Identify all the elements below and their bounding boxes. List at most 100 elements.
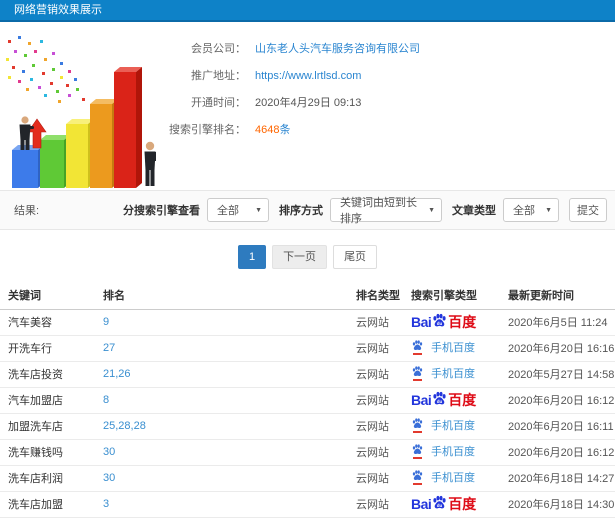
update-time-cell: 2020年6月18日 14:30: [500, 491, 615, 518]
keyword-cell: 洗车店投资: [0, 361, 95, 388]
header-rank-type: 排名类型: [348, 282, 403, 310]
baidu-logo-cn: 百度: [448, 314, 477, 330]
mobile-baidu-paw-icon: [411, 469, 425, 485]
engine-label: 手机百度: [431, 419, 475, 432]
rank-type-cell: 云网站: [348, 439, 403, 466]
result-label: 结果:: [14, 205, 40, 217]
keyword-cell: 洗车店加盟: [0, 491, 95, 518]
filter-bar: 结果: 分搜索引擎查看 全部 ▼ 排序方式 关键词由短到长排序 ▼ 文章类型 全…: [0, 190, 615, 230]
table-row: 洗车店利润 30 云网站 手机百度 2020年6月18日 14:27: [0, 465, 615, 492]
article-select-value: 全部: [513, 205, 535, 217]
sort-select-value: 关键词由短到长排序: [340, 197, 417, 225]
open-time-value: 2020年4月29日 09:13: [255, 97, 362, 109]
mobile-baidu-paw-icon: [411, 417, 425, 433]
article-type-select[interactable]: 全部 ▼: [503, 198, 559, 222]
engine-select-value: 全部: [217, 205, 239, 217]
svg-text:du: du: [437, 398, 443, 403]
rank-type-cell: 云网站: [348, 361, 403, 388]
header-keyword: 关键词: [0, 282, 95, 310]
mobile-baidu-logo: 手机百度: [411, 469, 475, 485]
engine-label: 手机百度: [431, 471, 475, 484]
baidu-logo: Bai du 百度: [411, 312, 476, 333]
update-time-cell: 2020年6月20日 16:12: [500, 439, 615, 466]
filter-controls: 分搜索引擎查看 全部 ▼ 排序方式 关键词由短到长排序 ▼ 文章类型 全部 ▼ …: [113, 197, 607, 225]
mobile-baidu-logo: 手机百度: [411, 339, 475, 355]
rank-cell: 30: [95, 439, 348, 466]
keyword-cell: 加盟洗车店: [0, 413, 95, 440]
table-row: 汽车加盟店 8 云网站 Bai du 百度 2020年6月20日 16:12: [0, 387, 615, 414]
sort-select[interactable]: 关键词由短到长排序 ▼: [330, 197, 442, 225]
keyword-cell: 洗车赚钱吗: [0, 439, 95, 466]
chevron-down-icon: ▼: [428, 206, 435, 214]
businessman-right: [144, 141, 156, 186]
promotion-url-link[interactable]: https://www.lrtlsd.com: [255, 70, 361, 82]
update-time-cell: 2020年6月18日 14:27: [500, 465, 615, 492]
engine-cell: 手机百度: [403, 335, 500, 362]
mobile-baidu-logo: 手机百度: [411, 417, 475, 433]
sort-filter-label: 排序方式: [279, 205, 323, 217]
rank-cell: 21,26: [95, 361, 348, 388]
baidu-logo-latin: Bai: [411, 314, 432, 330]
update-time-cell: 2020年6月20日 16:16: [500, 335, 615, 362]
keyword-cell: 汽车美容: [0, 309, 95, 336]
rank-cell: 9: [95, 309, 348, 336]
baidu-logo: Bai du 百度: [411, 494, 476, 515]
engine-cell: 手机百度: [403, 413, 500, 440]
update-time-cell: 2020年6月5日 11:24: [500, 309, 615, 336]
summary-section: 会员公司： 山东老人头汽车服务咨询有限公司 推广地址： https://www.lr…: [0, 22, 615, 190]
engine-cell: 手机百度: [403, 465, 500, 492]
header-engine-type: 搜索引擎类型: [403, 282, 500, 310]
bar-chart-illustration: [6, 36, 156, 188]
baidu-paw-icon: du: [433, 391, 446, 404]
engine-label: 手机百度: [431, 445, 475, 458]
keyword-rank-table: 关键词 排名 排名类型 搜索引擎类型 最新更新时间 汽车美容 9 云网站 Bai…: [0, 282, 615, 518]
update-time-cell: 2020年6月20日 16:11: [500, 413, 615, 440]
rank-type-cell: 云网站: [348, 491, 403, 518]
rank-count-value: 4648: [255, 124, 280, 136]
baidu-paw-icon: du: [433, 313, 446, 326]
page-title: 网络营销效果展示: [0, 0, 615, 22]
next-page-button[interactable]: 下一页: [272, 245, 328, 269]
pagination: 1 下一页 尾页: [0, 245, 615, 269]
update-time-cell: 2020年5月27日 14:58: [500, 361, 615, 388]
chevron-down-icon: ▼: [255, 206, 262, 214]
rank-type-cell: 云网站: [348, 387, 403, 414]
keyword-cell: 开洗车行: [0, 335, 95, 362]
header-rank: 排名: [95, 282, 348, 310]
rank-type-cell: 云网站: [348, 413, 403, 440]
engine-cell: 手机百度: [403, 439, 500, 466]
table-row: 洗车店投资 21,26 云网站 手机百度 2020年5月27日 14:58: [0, 361, 615, 388]
table-header-row: 关键词 排名 排名类型 搜索引擎类型 最新更新时间: [0, 282, 615, 310]
engine-filter-label: 分搜索引擎查看: [123, 205, 200, 217]
mobile-baidu-paw-icon: [411, 339, 425, 355]
rank-type-cell: 云网站: [348, 309, 403, 336]
rank-cell: 30: [95, 465, 348, 492]
engine-cell: 手机百度: [403, 361, 500, 388]
rank-count-suffix: 条: [279, 124, 291, 136]
table-row: 开洗车行 27 云网站 手机百度 2020年6月20日 16:16: [0, 335, 615, 362]
last-page-button[interactable]: 尾页: [333, 245, 378, 269]
table-row: 洗车店加盟 3 云网站 Bai du 百度 2020年6月18日 14:30: [0, 491, 615, 518]
engine-cell: Bai du 百度: [403, 309, 500, 336]
mobile-baidu-logo: 手机百度: [411, 365, 475, 381]
engine-cell: Bai du 百度: [403, 491, 500, 518]
company-link[interactable]: 山东老人头汽车服务咨询有限公司: [255, 43, 420, 55]
submit-button[interactable]: 提交: [569, 198, 607, 222]
businessman-left: [19, 116, 34, 150]
mobile-baidu-paw-icon: [411, 365, 425, 381]
keyword-cell: 洗车店利润: [0, 465, 95, 492]
engine-label: 手机百度: [431, 341, 475, 354]
rank-cell: 25,28,28: [95, 413, 348, 440]
page-1-button[interactable]: 1: [237, 245, 267, 269]
keyword-cell: 汽车加盟店: [0, 387, 95, 414]
svg-text:du: du: [437, 502, 443, 507]
rank-cell: 27: [95, 335, 348, 362]
engine-label: 手机百度: [431, 367, 475, 380]
article-type-label: 文章类型: [452, 205, 496, 217]
engine-select[interactable]: 全部 ▼: [207, 198, 269, 222]
mobile-baidu-paw-icon: [411, 443, 425, 459]
chevron-down-icon: ▼: [545, 206, 552, 214]
table-row: 加盟洗车店 25,28,28 云网站 手机百度 2020年6月20日 16:11: [0, 413, 615, 440]
baidu-logo-cn: 百度: [448, 392, 477, 408]
baidu-logo-cn: 百度: [448, 496, 477, 512]
